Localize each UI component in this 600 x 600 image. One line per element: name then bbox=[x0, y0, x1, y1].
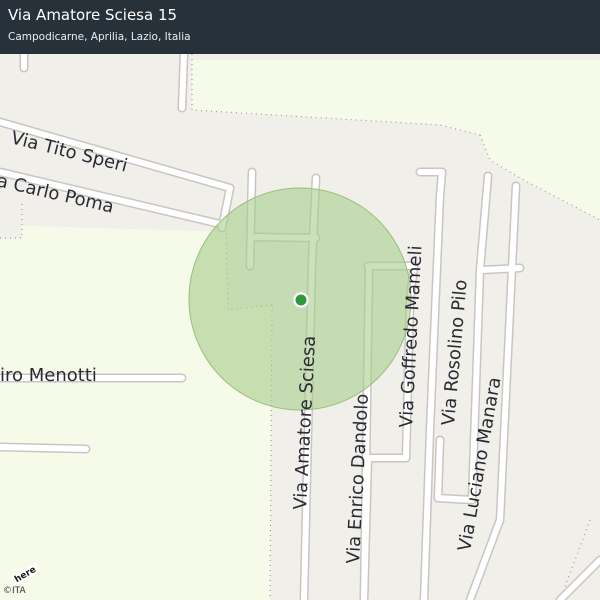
location-title: Via Amatore Sciesa 15 bbox=[8, 6, 178, 24]
location-dot-icon[interactable] bbox=[292, 291, 310, 309]
location-header: Via Amatore Sciesa 15 Campodicarne, Apri… bbox=[0, 0, 600, 54]
copyright-text: ©ITA bbox=[3, 586, 26, 596]
here-logo-icon: here bbox=[10, 562, 41, 585]
logo-text: here bbox=[13, 565, 38, 585]
street-label-via-ciro-menotti: iro Menotti bbox=[0, 365, 97, 386]
map-canvas[interactable]: Via Tito Speri a Carlo Poma iro Menotti … bbox=[0, 0, 600, 600]
location-subtitle: Campodicarne, Aprilia, Lazio, Italia bbox=[8, 31, 191, 43]
